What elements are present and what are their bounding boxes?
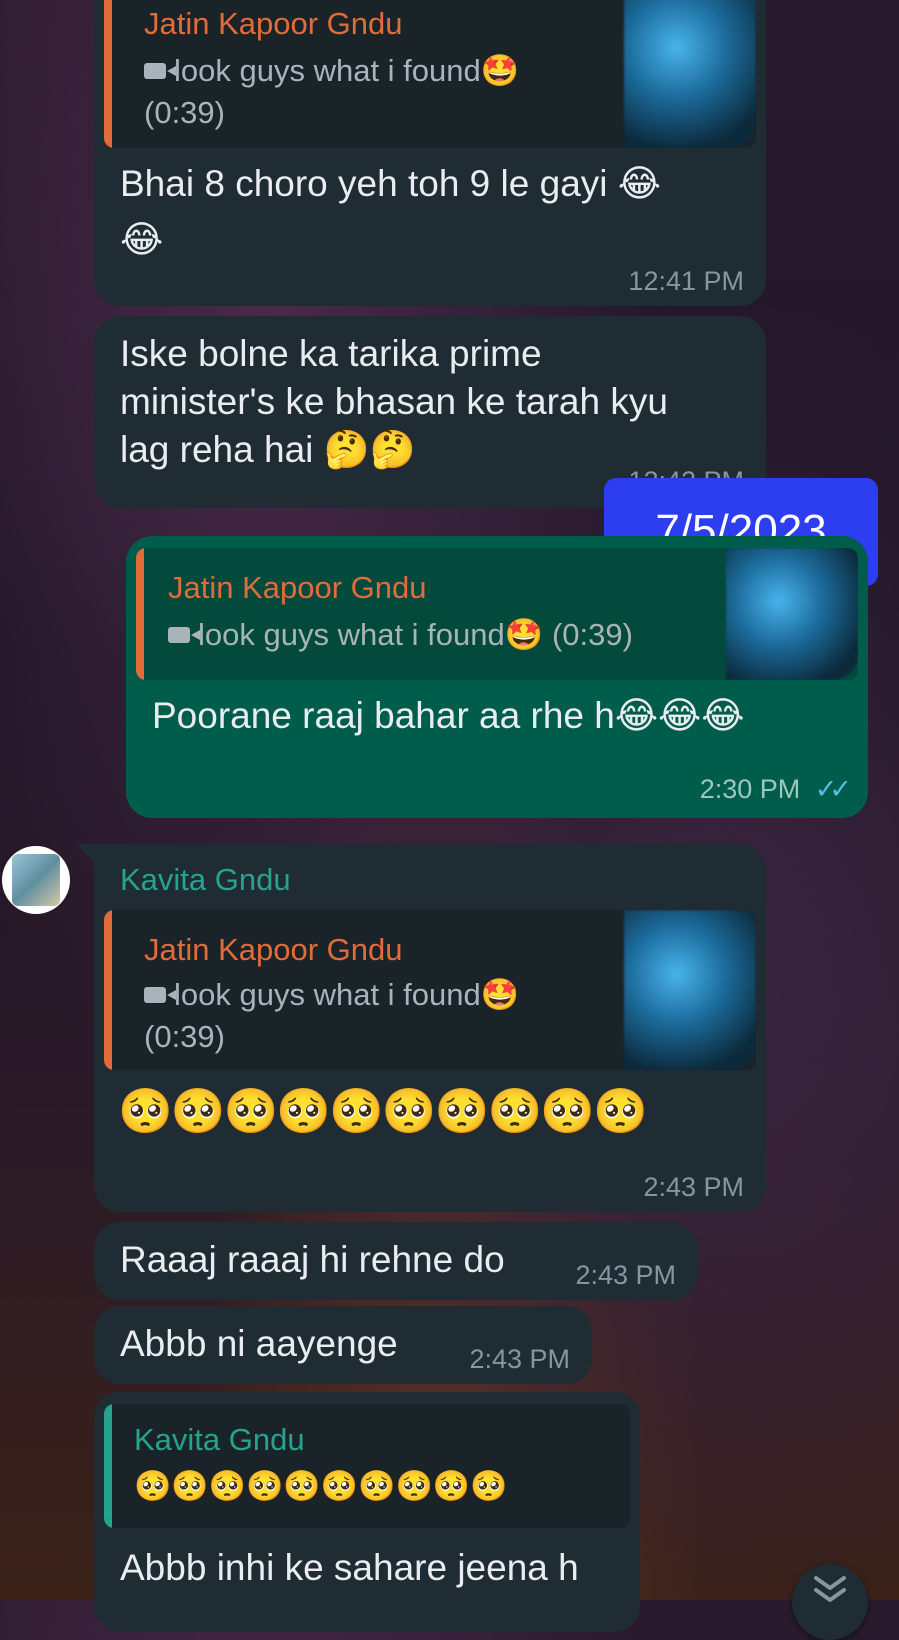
video-thumbnail[interactable] [726,548,858,680]
message-time: 12:41 PM [628,266,744,296]
quote-duration: (0:39) [144,95,225,130]
video-camera-icon [144,63,176,79]
quote-text: look guys what i found🤩 [174,977,520,1012]
quoted-message[interactable]: Jatin Kapoor Gndu look guys what i found… [104,910,756,1070]
message-bubble-incoming[interactable]: Kavita Gndu Jatin Kapoor Gndu look guys … [76,844,766,1212]
video-camera-icon [144,987,176,1003]
quote-sender-name: Jatin Kapoor Gndu [144,932,403,967]
double-chevron-down-icon [814,1576,846,1602]
message-time: 2:30 PM [699,774,801,804]
message-text: 🥺🥺🥺🥺🥺🥺🥺🥺🥺🥺 [118,1086,648,1137]
scroll-to-bottom-button[interactable] [792,1564,868,1640]
quote-text: look guys what i found🤩 [174,53,520,88]
quote-accent-bar [104,910,112,1070]
message-text: Abbb ni aayenge [120,1323,398,1364]
message-bubble-outgoing[interactable]: Jatin Kapoor Gndu look guys what i found… [126,536,868,818]
message-text-line1: Iske bolne ka tarika prime [120,333,542,374]
video-thumbnail[interactable] [624,0,756,148]
avatar[interactable] [2,846,70,914]
quoted-message[interactable]: Jatin Kapoor Gndu look guys what i found… [104,0,756,148]
message-time: 2:43 PM [469,1344,570,1374]
quote-accent-bar [104,1404,112,1528]
read-receipt-icon: ✓✓ [814,774,852,804]
quoted-message[interactable]: Kavita Gndu 🥺🥺🥺🥺🥺🥺🥺🥺🥺🥺 [104,1404,630,1528]
message-text-line2: 😂 [120,218,164,261]
message-text: Raaaj raaaj hi rehne do [120,1239,505,1280]
message-text-line2: minister's ke bhasan ke tarah kyu [120,381,668,422]
quote-sender-name: Kavita Gndu [134,1422,305,1457]
quote-sender-name: Jatin Kapoor Gndu [144,6,403,41]
quote-accent-bar [136,548,144,680]
message-text: Poorane raaj bahar aa rhe h😂😂😂 [152,695,745,736]
video-thumbnail[interactable] [624,910,756,1070]
quote-text: 🥺🥺🥺🥺🥺🥺🥺🥺🥺🥺 [134,1469,508,1504]
bubble-tail [76,844,98,866]
sender-name[interactable]: Kavita Gndu [120,862,291,898]
message-text: Abbb inhi ke sahare jeena h [120,1547,579,1588]
quote-sender-name: Jatin Kapoor Gndu [168,570,427,605]
message-bubble-incoming[interactable]: Jatin Kapoor Gndu look guys what i found… [94,0,766,306]
video-camera-icon [168,627,200,643]
message-bubble-incoming[interactable]: Abbb ni aayenge 2:43 PM [94,1306,592,1384]
message-time: 2:43 PM [575,1260,676,1290]
quote-accent-bar [104,0,112,148]
message-bubble-incoming[interactable]: Raaaj raaaj hi rehne do 2:43 PM [94,1222,698,1300]
message-text: Bhai 8 choro yeh toh 9 le gayi 😂 [120,163,661,204]
quote-text: look guys what i found🤩 (0:39) [198,617,633,652]
message-bubble-incoming[interactable]: Kavita Gndu 🥺🥺🥺🥺🥺🥺🥺🥺🥺🥺 Abbb inhi ke saha… [94,1392,640,1632]
quoted-message[interactable]: Jatin Kapoor Gndu look guys what i found… [136,548,858,680]
message-time: 2:43 PM [643,1172,744,1202]
message-text-line3: lag reha hai 🤔🤔 [120,429,416,470]
quote-duration: (0:39) [144,1019,225,1054]
